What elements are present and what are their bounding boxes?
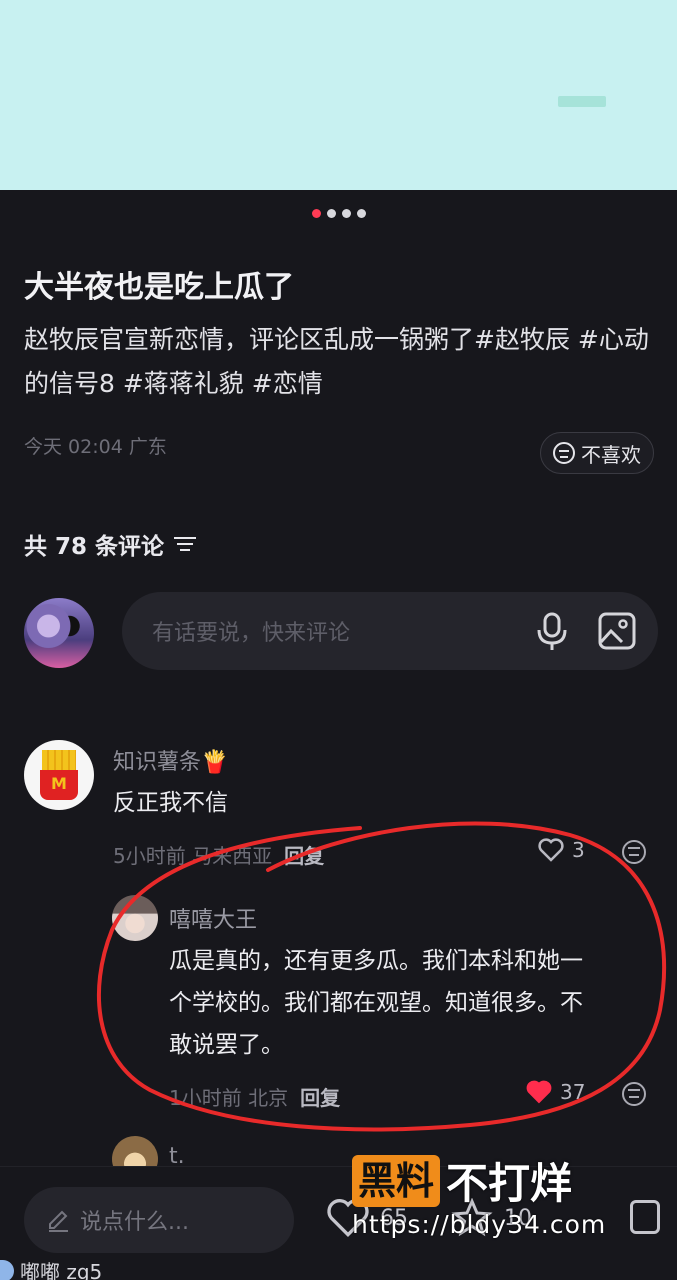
dislike-button[interactable]: 不喜欢: [540, 432, 654, 474]
reply-text-line: 个学校的。我们都在观望。知道很多。不: [169, 990, 583, 1016]
reply-avatar[interactable]: [112, 895, 158, 941]
comment-input[interactable]: 有话要说，快来评论: [122, 592, 658, 670]
reply-time-location: 1小时前 北京: [169, 1086, 289, 1110]
carousel-dot: [356, 209, 366, 218]
carousel-dot: [311, 209, 321, 218]
emoji-reaction-icon[interactable]: [622, 1082, 646, 1106]
sort-filter-icon[interactable]: [174, 535, 197, 553]
post-meta: 今天 02:04 广东: [24, 436, 167, 458]
like-count: 37: [560, 1080, 586, 1104]
commenter-avatar[interactable]: [24, 740, 94, 810]
comments-header: 共 78 条评论: [24, 527, 197, 561]
heart-filled-icon: [526, 1080, 552, 1104]
reply-meta: 1小时前 北京 回复: [169, 1082, 340, 1111]
say-something-placeholder: 说点什么...: [80, 1210, 189, 1235]
reply-text-line: 瓜是真的，还有更多瓜。我们本科和她一: [169, 948, 583, 974]
comment-count: 共 78 条评论: [24, 534, 165, 560]
watermark-text: 不打烊: [446, 1159, 573, 1208]
carousel-dot: [326, 209, 336, 218]
watermark-logo: 黑料 不打烊: [352, 1150, 572, 1211]
neutral-face-icon: [553, 442, 575, 464]
emoji-reaction-icon[interactable]: [622, 840, 646, 864]
image-mark: [558, 96, 606, 107]
user-avatar-fragment: [0, 1259, 14, 1280]
comment-time-location: 5小时前 马来西亚: [113, 844, 273, 868]
image-icon[interactable]: [598, 612, 636, 650]
carousel-dots: [0, 209, 677, 218]
bottom-user-tag[interactable]: 嘟嘟 zg5: [0, 1256, 102, 1280]
post-title: 大半夜也是吃上瓜了: [24, 270, 294, 305]
carousel-dot: [341, 209, 351, 218]
comment-input-placeholder: 有话要说，快来评论: [152, 621, 351, 646]
reply-button[interactable]: 回复: [284, 840, 324, 869]
current-user-avatar[interactable]: [24, 598, 94, 668]
microphone-icon[interactable]: [535, 612, 569, 652]
say-something-input[interactable]: 说点什么...: [24, 1187, 294, 1253]
post-image[interactable]: [0, 0, 677, 190]
watermark-box-text: 黑料: [352, 1154, 441, 1207]
reply-button[interactable]: 回复: [300, 1082, 340, 1111]
commenter-name[interactable]: 知识薯条🍟: [113, 744, 228, 776]
dislike-label: 不喜欢: [581, 442, 641, 467]
watermark-url: https://bldy34.com: [352, 1210, 607, 1239]
pen-icon: [49, 1210, 68, 1232]
comment-like-button[interactable]: 3: [538, 838, 585, 862]
like-count: 3: [572, 838, 585, 862]
comment-icon[interactable]: [630, 1200, 660, 1234]
comment-meta: 5小时前 马来西亚 回复: [113, 840, 324, 869]
post-body: 赵牧辰官宣新恋情，评论区乱成一锅粥了#赵牧辰 #心动的信号8 #蒋蒋礼貌 #恋情: [24, 325, 649, 398]
heart-icon: [538, 838, 564, 862]
bottom-user-name: 嘟嘟 zg5: [20, 1260, 103, 1280]
comment-text: 反正我不信: [113, 790, 228, 816]
reply-text-line: 敢说罢了。: [169, 1032, 284, 1058]
reply-author-name[interactable]: 嘻嘻大王: [169, 902, 257, 934]
fries-box-image: [40, 770, 78, 800]
reply-like-button[interactable]: 37: [526, 1080, 585, 1104]
